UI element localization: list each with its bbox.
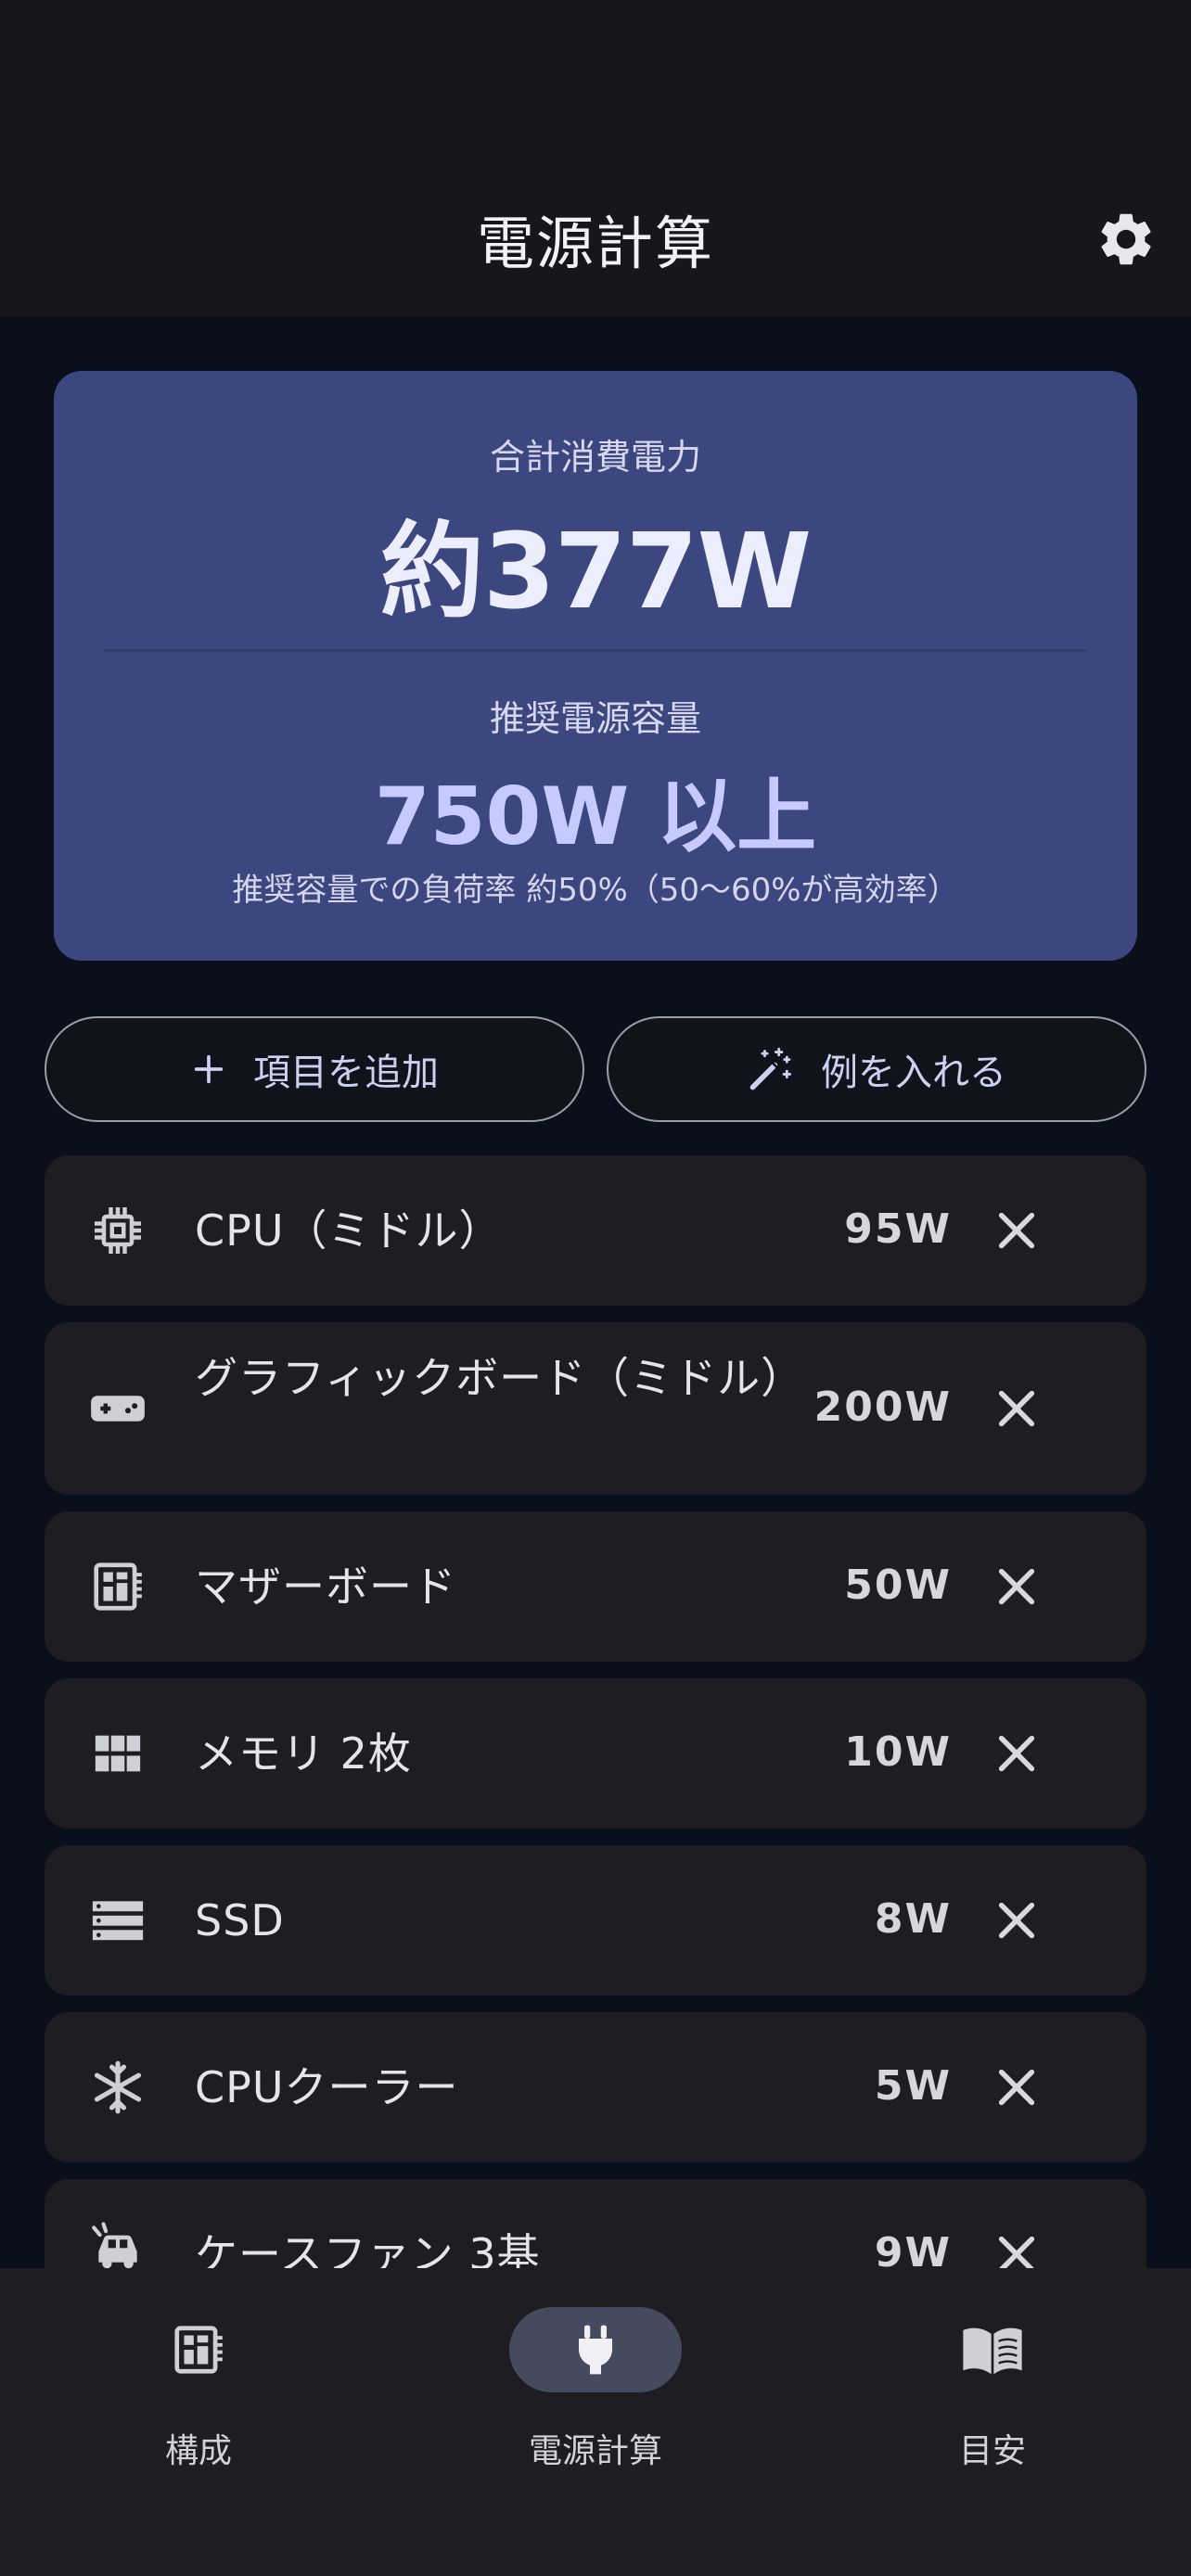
nav-item-guide[interactable]: 目安	[853, 2268, 1132, 2470]
nav-label: 構成	[164, 2432, 232, 2470]
nav-label: 目安	[958, 2432, 1026, 2470]
nav-item-power-calc[interactable]: 電源計算	[456, 2268, 735, 2470]
gamepad-icon	[87, 1378, 148, 1439]
insert-example-button[interactable]: 例を入れる	[607, 1016, 1146, 1122]
snowflake-icon	[87, 2057, 148, 2118]
nav-item-build[interactable]: 構成	[59, 2268, 338, 2470]
bottom-navigation: 構成 電源計算 目安	[0, 2268, 1191, 2576]
list-item: SSD 8W	[45, 1845, 1146, 1996]
item-wattage: 10W	[844, 1728, 952, 1776]
close-icon[interactable]	[991, 1205, 1043, 1256]
app-header: 電源計算	[0, 0, 1191, 317]
memory-grid-icon	[87, 1723, 148, 1784]
motherboard-icon	[87, 1556, 148, 1617]
add-item-label: 項目を追加	[253, 1052, 439, 1094]
item-name: SSD	[195, 1895, 285, 1945]
item-name: CPUクーラー	[195, 2062, 459, 2112]
list-item: グラフィックボード（ミドル） 200W	[45, 1322, 1146, 1495]
item-wattage: 5W	[874, 2062, 952, 2110]
summary-divider	[104, 649, 1087, 652]
plug-icon	[509, 2307, 682, 2392]
add-item-button[interactable]: 項目を追加	[45, 1016, 584, 1122]
item-wattage: 95W	[844, 1205, 952, 1253]
gear-icon[interactable]	[1095, 208, 1158, 271]
total-power-label: 合計消費電力	[489, 437, 701, 478]
item-wattage: 8W	[874, 1895, 952, 1943]
insert-example-label: 例を入れる	[821, 1052, 1006, 1094]
item-name: CPU（ミドル）	[195, 1205, 503, 1256]
list-item: メモリ 2枚 10W	[45, 1678, 1146, 1829]
power-summary-card: 合計消費電力 約377W 推奨電源容量 750W 以上 推奨容量での負荷率 約5…	[54, 371, 1137, 961]
total-power-value: 約377W	[379, 512, 812, 632]
close-icon[interactable]	[991, 1383, 1043, 1435]
recommended-psu-label: 推奨電源容量	[489, 698, 701, 739]
recommended-psu-value: 750W 以上	[374, 771, 817, 863]
list-item: CPU（ミドル） 95W	[45, 1155, 1146, 1306]
cpu-chip-icon	[87, 1200, 148, 1261]
item-wattage: 200W	[813, 1384, 952, 1431]
item-name: メモリ 2枚	[195, 1728, 412, 1779]
motherboard-icon	[112, 2307, 285, 2392]
load-rate-note: 推奨容量での負荷率 約50%（50〜60%が高効率）	[232, 872, 959, 909]
item-name: グラフィックボード（ミドル）	[195, 1353, 805, 1403]
book-icon	[906, 2307, 1079, 2392]
plus-icon	[190, 1051, 227, 1088]
list-item: マザーボード 50W	[45, 1511, 1146, 1662]
close-icon[interactable]	[991, 1561, 1043, 1613]
nav-label: 電源計算	[528, 2432, 662, 2470]
magic-wand-icon	[747, 1045, 795, 1093]
item-name: マザーボード	[195, 1562, 456, 1612]
close-icon[interactable]	[991, 1894, 1043, 1946]
storage-icon	[87, 1890, 148, 1951]
page-title: 電源計算	[476, 210, 714, 277]
item-wattage: 50W	[844, 1562, 952, 1609]
close-icon[interactable]	[991, 1728, 1043, 1779]
close-icon[interactable]	[991, 2061, 1043, 2113]
list-item: CPUクーラー 5W	[45, 2012, 1146, 2162]
